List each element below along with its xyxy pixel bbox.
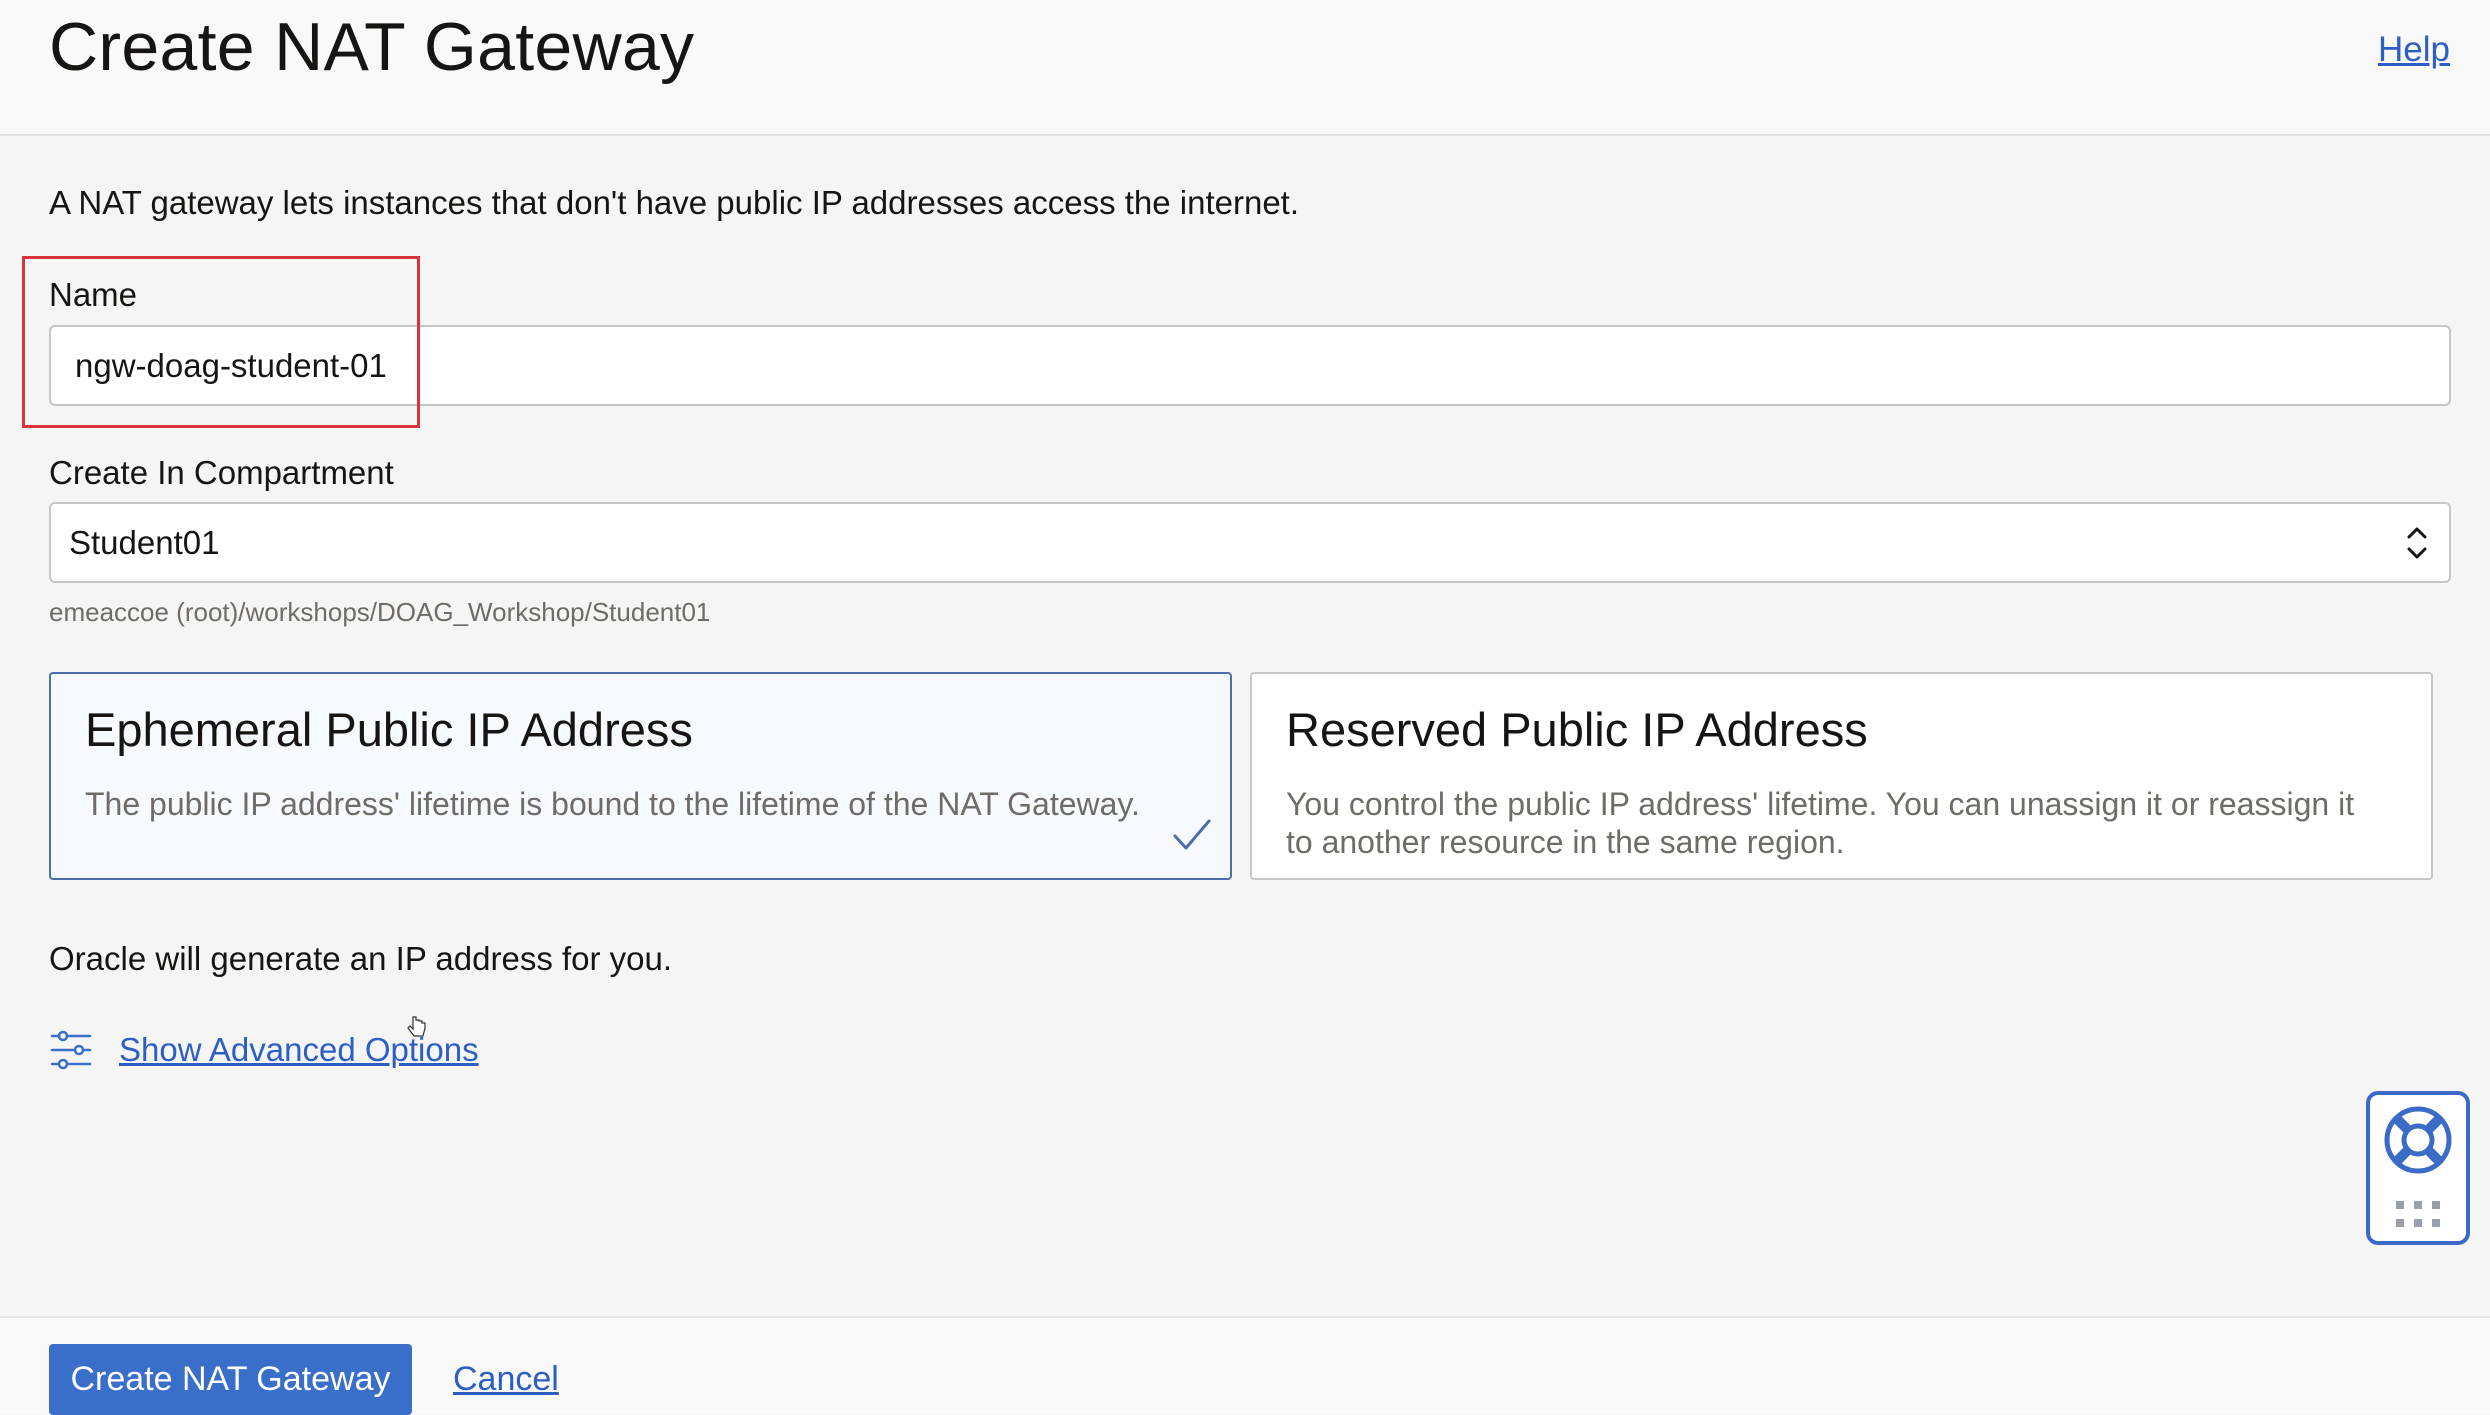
reserved-ip-title: Reserved Public IP Address [1286, 703, 1868, 756]
compartment-select[interactable]: Student01 [49, 502, 2451, 583]
compartment-label: Create In Compartment [49, 454, 394, 491]
page-title: Create NAT Gateway [49, 9, 695, 85]
up-down-chevron-icon [2407, 527, 2427, 558]
intro-text: A NAT gateway lets instances that don't … [49, 184, 1300, 221]
compartment-select-value: Student01 [69, 523, 220, 561]
name-input-value: ngw-doag-student-01 [75, 346, 387, 384]
ephemeral-ip-description: The public IP address' lifetime is bound… [85, 786, 1140, 822]
reserved-ip-card[interactable]: Reserved Public IP Address You control t… [1250, 672, 2433, 880]
lifebuoy-icon [2384, 1106, 2452, 1174]
help-link[interactable]: Help [2378, 30, 2450, 70]
name-label: Name [49, 276, 138, 313]
generate-ip-note: Oracle will generate an IP address for y… [49, 940, 673, 977]
checkmark-icon [1173, 819, 1211, 850]
sliders-icon [50, 1030, 92, 1070]
help-widget-button[interactable] [2366, 1091, 2470, 1245]
hand-cursor-icon [407, 1016, 426, 1037]
compartment-path: emeaccoe (root)/workshops/DOAG_Workshop/… [49, 597, 711, 627]
ephemeral-ip-card[interactable]: Ephemeral Public IP Address The public I… [49, 672, 1232, 880]
create-nat-gateway-button[interactable]: Create NAT Gateway [49, 1344, 412, 1415]
grip-dots-icon [2396, 1201, 2440, 1227]
page-footer: Create NAT Gateway Cancel [0, 1316, 2490, 1415]
cancel-link[interactable]: Cancel [453, 1360, 559, 1399]
page-header: Create NAT Gateway Help [0, 0, 2490, 136]
name-input[interactable]: ngw-doag-student-01 [49, 325, 2451, 406]
reserved-ip-description: You control the public IP address' lifet… [1286, 786, 2355, 860]
ephemeral-ip-title: Ephemeral Public IP Address [85, 703, 693, 756]
